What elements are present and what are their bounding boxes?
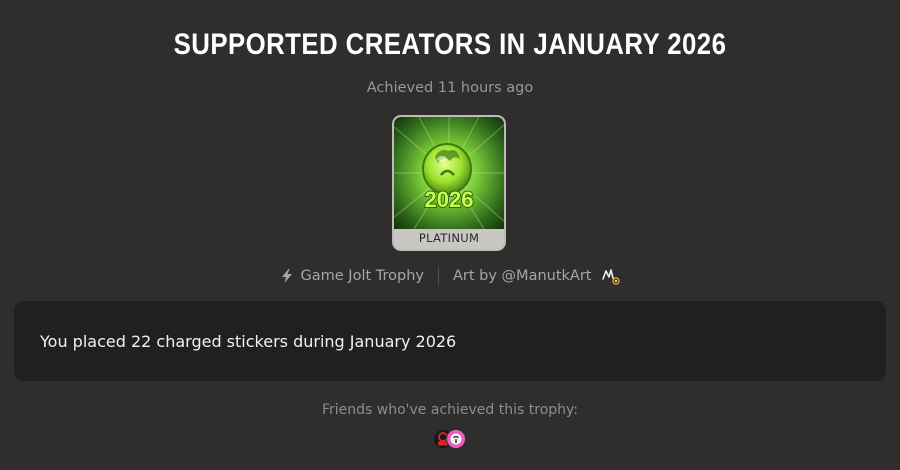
- trophy-image-year: 2026: [425, 187, 474, 212]
- trophy-description-panel: You placed 22 charged stickers during Ja…: [14, 301, 886, 381]
- meta-divider: [437, 267, 439, 285]
- trophy-meta-row: Game Jolt Trophy Art by @ManutkArt: [0, 266, 900, 286]
- trophy-tier-badge: PLATINUM: [418, 231, 480, 245]
- trophy-artist-label[interactable]: Art by @ManutkArt: [453, 268, 592, 284]
- lightning-bolt-icon: [279, 268, 295, 284]
- trophy-source-label: Game Jolt Trophy: [300, 268, 424, 284]
- friend-avatar-2[interactable]: [446, 429, 466, 449]
- friends-avatars: [433, 429, 473, 449]
- trophy-image: 2026: [394, 117, 504, 229]
- trophy-card[interactable]: 2026 PLATINUM: [392, 115, 506, 251]
- trophy-artwork: 2026: [394, 117, 504, 229]
- trophy-artist[interactable]: Art by @ManutkArt: [453, 266, 622, 286]
- friends-label: Friends who've achieved this trophy:: [321, 402, 578, 418]
- artist-avatar-icon[interactable]: [601, 266, 621, 286]
- trophy-page: SUPPORTED CREATORS IN JANUARY 2026 Achie…: [0, 0, 900, 470]
- trophy-source: Game Jolt Trophy: [279, 268, 424, 284]
- trophy-description: You placed 22 charged stickers during Ja…: [40, 331, 457, 351]
- achieved-timestamp: Achieved 11 hours ago: [366, 80, 534, 96]
- trophy-title: SUPPORTED CREATORS IN JANUARY 2026: [173, 28, 727, 61]
